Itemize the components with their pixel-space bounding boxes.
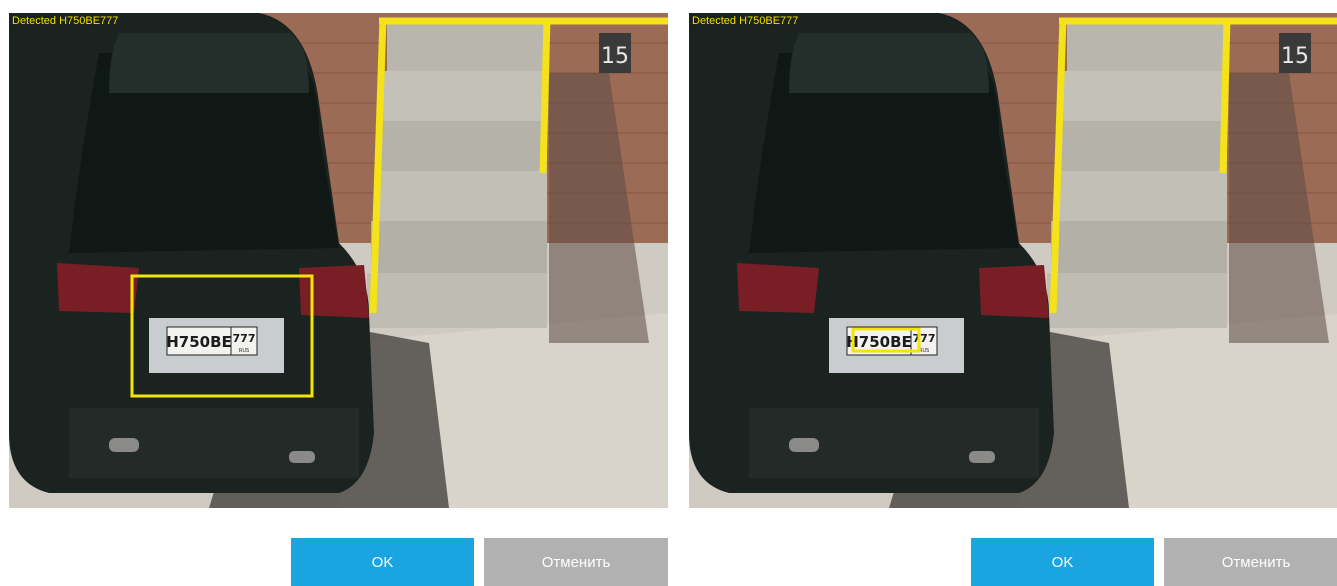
detection-panel-left: 15 Н750ВЕ 777 RUS Detected H750BE777 OK … — [9, 13, 668, 586]
ok-button[interactable]: OK — [291, 538, 474, 586]
detection-label: Detected H750BE777 — [692, 15, 799, 27]
ok-button[interactable]: OK — [971, 538, 1154, 586]
plate-region-text: 777 — [233, 332, 256, 345]
camera-image: 15 Н750ВЕ 777 RUS — [9, 13, 668, 508]
camera-frame: 15 Н750ВЕ 777 RUS Detected H750BE777 — [9, 13, 668, 508]
cancel-button[interactable]: Отменить — [484, 538, 668, 586]
cancel-button[interactable]: Отменить — [1164, 538, 1337, 586]
plate-main-text: Н750ВЕ — [166, 333, 232, 351]
plate-main-text: Н750ВЕ — [846, 333, 912, 351]
plate-country-text: RUS — [239, 348, 249, 354]
house-number: 15 — [601, 44, 629, 69]
house-number: 15 — [1281, 44, 1309, 69]
camera-image: 15 Н750ВЕ 777 RUS — [689, 13, 1337, 508]
camera-frame: 15 Н750ВЕ 777 RUS Detected H750BE777 — [689, 13, 1337, 508]
plate-region-text: 777 — [913, 332, 936, 345]
detection-label: Detected H750BE777 — [12, 15, 119, 27]
detection-panel-right: 15 Н750ВЕ 777 RUS Detected H750BE777 OK … — [689, 13, 1337, 586]
